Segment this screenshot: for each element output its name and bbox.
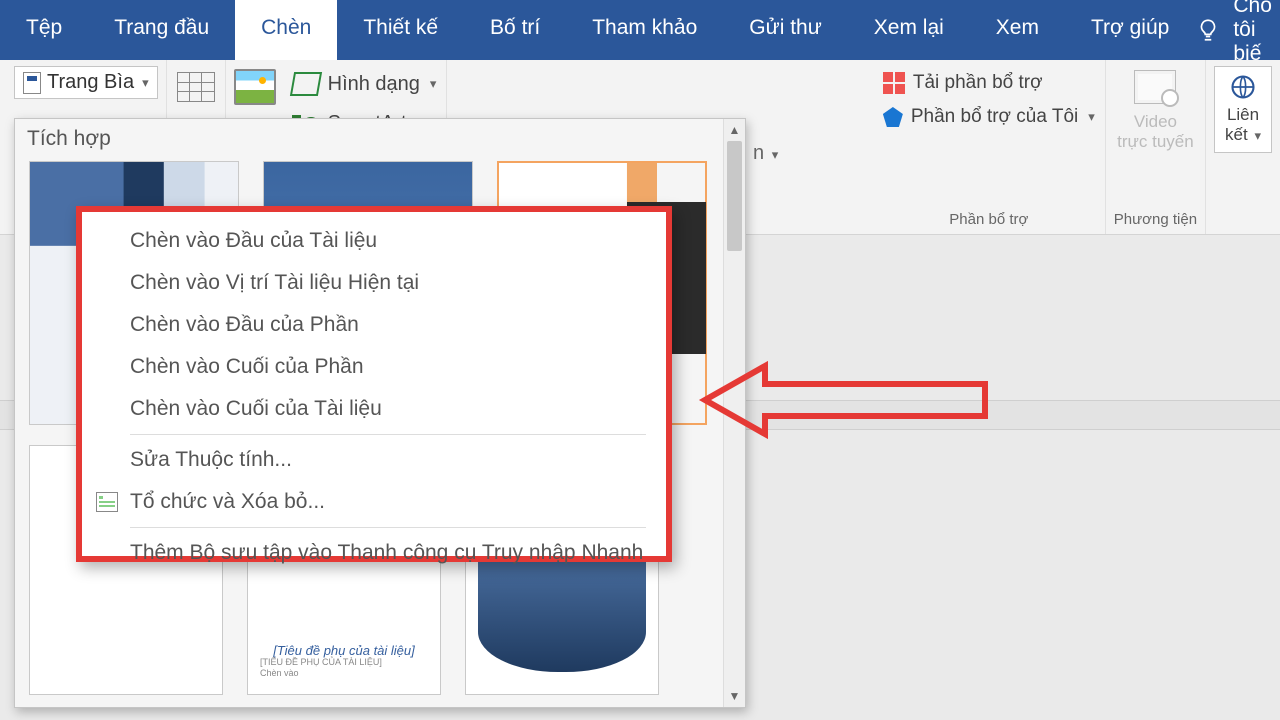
scroll-up-icon[interactable]: ▲ bbox=[724, 119, 745, 141]
video-icon bbox=[1134, 70, 1176, 104]
shapes-label: Hình dạng bbox=[328, 73, 420, 96]
ctx-organize-label: Tổ chức và Xóa bỏ... bbox=[130, 490, 325, 514]
menu-separator bbox=[130, 434, 646, 435]
media-group-label: Phương tiện bbox=[1114, 207, 1197, 232]
picture-icon bbox=[234, 69, 276, 105]
pictures-button[interactable] bbox=[234, 66, 276, 112]
my-addins-label: Phần bổ trợ của Tôi bbox=[911, 106, 1078, 128]
ctx-edit-properties[interactable]: Sửa Thuộc tính... bbox=[82, 439, 666, 481]
table-button[interactable] bbox=[175, 66, 217, 112]
ctx-insert-section-end[interactable]: Chèn vào Cuối của Phần bbox=[82, 346, 666, 388]
tab-mailings[interactable]: Gửi thư bbox=[723, 0, 847, 60]
addins-icon bbox=[883, 107, 903, 127]
get-addins-label: Tải phần bổ trợ bbox=[913, 72, 1043, 94]
link-label1: Liên bbox=[1227, 105, 1259, 125]
tab-home[interactable]: Trang đầu bbox=[88, 0, 235, 60]
chevron-down-icon: ▾ bbox=[1088, 109, 1095, 125]
truncated-label: n bbox=[753, 142, 764, 164]
gallery-section-header: Tích hợp bbox=[15, 119, 745, 161]
tab-insert[interactable]: Chèn bbox=[235, 0, 337, 60]
context-menu-highlight: Chèn vào Đầu của Tài liệu Chèn vào Vị tr… bbox=[76, 206, 672, 562]
lightbulb-icon bbox=[1195, 17, 1221, 43]
online-video-button[interactable]: Video trực tuyến bbox=[1117, 66, 1194, 153]
globe-icon bbox=[1161, 89, 1179, 107]
ctx-insert-section-start[interactable]: Chèn vào Đầu của Phần bbox=[82, 304, 666, 346]
tab-review[interactable]: Xem lại bbox=[848, 0, 970, 60]
tell-me[interactable]: Cho tôi biế bbox=[1195, 0, 1280, 60]
ctx-organize-delete[interactable]: Tổ chức và Xóa bỏ... bbox=[82, 481, 666, 523]
chevron-down-icon: ▾ bbox=[430, 76, 437, 92]
get-addins-button[interactable]: Tải phần bổ trợ bbox=[881, 66, 1045, 100]
ctx-insert-doc-end[interactable]: Chèn vào Cuối của Tài liệu bbox=[82, 388, 666, 430]
table-icon bbox=[177, 72, 215, 102]
shapes-icon bbox=[290, 72, 322, 96]
tab-file[interactable]: Tệp bbox=[0, 0, 88, 60]
tab-view[interactable]: Xem bbox=[970, 0, 1065, 60]
menu-separator bbox=[130, 527, 646, 528]
cover-page-button[interactable]: Trang Bìa ▾ bbox=[14, 66, 158, 99]
link-button[interactable]: Liên kết ▾ bbox=[1214, 66, 1272, 153]
tab-help[interactable]: Trợ giúp bbox=[1065, 0, 1195, 60]
addins-group-label: Phần bổ trợ bbox=[949, 207, 1028, 232]
link-icon bbox=[1227, 73, 1259, 101]
tab-layout[interactable]: Bố trí bbox=[464, 0, 566, 60]
ctx-add-to-qat[interactable]: Thêm Bộ sưu tập vào Thanh công cụ Truy n… bbox=[82, 532, 666, 574]
my-addins-button[interactable]: Phần bổ trợ của Tôi ▾ bbox=[881, 100, 1097, 134]
tab-references[interactable]: Tham khảo bbox=[566, 0, 723, 60]
scroll-down-icon[interactable]: ▼ bbox=[724, 685, 745, 707]
ribbon-tabs: Tệp Trang đầu Chèn Thiết kế Bố trí Tham … bbox=[0, 0, 1280, 60]
shapes-button[interactable]: Hình dạng ▾ bbox=[290, 68, 439, 100]
ctx-insert-doc-start[interactable]: Chèn vào Đầu của Tài liệu bbox=[82, 220, 666, 262]
ctx-insert-current-pos[interactable]: Chèn vào Vị trí Tài liệu Hiện tại bbox=[82, 262, 666, 304]
chevron-down-icon: ▾ bbox=[142, 75, 149, 91]
organize-icon bbox=[96, 492, 118, 512]
annotation-arrow bbox=[705, 360, 995, 445]
chevron-down-icon: ▾ bbox=[1254, 128, 1261, 143]
tell-me-label: Cho tôi biế bbox=[1233, 0, 1272, 66]
truncated-dropdown[interactable]: n ▾ bbox=[753, 142, 778, 165]
cover-page-label: Trang Bìa bbox=[47, 71, 134, 94]
scrollbar-thumb[interactable] bbox=[727, 141, 742, 251]
tab-design[interactable]: Thiết kế bbox=[337, 0, 464, 60]
online-video-label1: Video bbox=[1134, 112, 1177, 132]
link-label2: kết bbox=[1225, 125, 1248, 144]
context-menu: Chèn vào Đầu của Tài liệu Chèn vào Vị tr… bbox=[82, 212, 666, 582]
store-icon bbox=[883, 72, 905, 94]
chevron-down-icon: ▾ bbox=[772, 147, 779, 162]
cover-page-icon bbox=[23, 72, 41, 94]
online-video-label2: trực tuyến bbox=[1117, 132, 1194, 152]
